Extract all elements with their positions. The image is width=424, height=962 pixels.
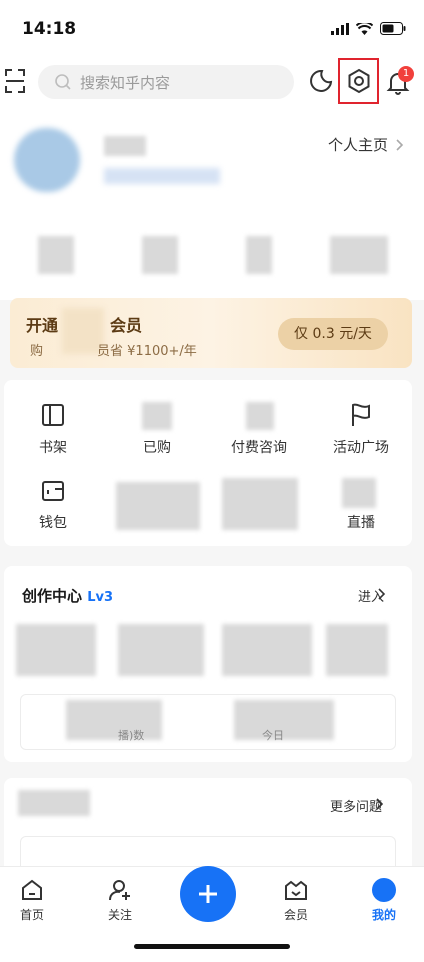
wifi-icon (356, 22, 373, 35)
service-redacted-2[interactable] (222, 478, 298, 530)
night-mode-icon[interactable] (308, 68, 334, 94)
service-label-events[interactable]: 活动广场 (311, 437, 411, 457)
create-button[interactable] (180, 866, 236, 922)
wallet-icon (42, 481, 64, 501)
notification-badge: 1 (398, 66, 414, 82)
username-redacted (104, 136, 146, 156)
creation-level: Lv3 (87, 590, 114, 605)
service-label-bookshelf[interactable]: 书架 (3, 437, 103, 457)
service-label-consult[interactable]: 付费咨询 (209, 437, 309, 457)
personal-homepage-link[interactable]: 个人主页 (328, 134, 404, 155)
service-label-wallet[interactable]: 钱包 (3, 512, 103, 532)
service-label-live[interactable]: 直播 (311, 512, 411, 532)
stat-redacted-4[interactable] (330, 236, 388, 274)
creation-title-text: 创作中心 (22, 587, 83, 605)
vip-subtitle-part2: 员省 ¥1100+/年 (97, 344, 197, 359)
live-icon (342, 478, 376, 508)
stat-redacted-2[interactable] (142, 236, 178, 274)
creation-redacted-3[interactable] (222, 624, 312, 676)
service-label-purchased[interactable]: 已购 (107, 437, 207, 457)
bookshelf-icon (42, 404, 64, 426)
vip-title-suffix: 会员 (110, 316, 143, 335)
mine-avatar-icon[interactable] (372, 878, 396, 902)
status-time: 14:18 (22, 19, 77, 39)
service-redacted-1[interactable] (116, 482, 200, 530)
stat-redacted-1[interactable] (38, 236, 74, 274)
scan-icon[interactable] (4, 68, 26, 94)
battery-icon (380, 22, 406, 35)
avatar[interactable] (14, 128, 80, 192)
consult-icon (246, 402, 274, 430)
user-info-redacted (104, 168, 220, 184)
chevron-right-icon (378, 588, 386, 600)
vip-subtitle-part1: 购 (30, 344, 44, 359)
chevron-right-icon (376, 798, 384, 810)
creation-stat-label-2: 今日 (262, 729, 284, 742)
settings-highlight-box (338, 58, 379, 104)
tab-follow[interactable]: 关注 (90, 906, 150, 923)
homepage-label: 个人主页 (327, 136, 388, 154)
follow-icon[interactable] (108, 878, 132, 902)
tab-home[interactable]: 首页 (2, 906, 62, 923)
vip-open-button[interactable]: 仅 0.3 元/天 (278, 318, 388, 350)
search-placeholder: 搜索知乎内容 (80, 73, 171, 92)
purchased-icon (142, 402, 172, 430)
creation-stat-redacted-1 (66, 700, 162, 740)
member-icon[interactable] (284, 878, 308, 902)
search-icon (55, 74, 71, 90)
tab-mine[interactable]: 我的 (354, 906, 414, 923)
search-input[interactable]: 搜索知乎内容 (38, 65, 294, 99)
plus-icon (199, 885, 217, 903)
home-indicator (134, 944, 290, 949)
creation-redacted-4[interactable] (326, 624, 388, 676)
signal-icon (331, 22, 349, 35)
creation-redacted-1[interactable] (16, 624, 96, 676)
vip-title-prefix: 开通 (26, 316, 59, 335)
more-questions-link[interactable]: 更多问题 (330, 796, 382, 815)
creation-stat-label-1: 播)数 (118, 729, 145, 742)
chevron-right-icon (396, 138, 404, 151)
stat-redacted-3[interactable] (246, 236, 272, 274)
vip-subtitle: 购 员省 ¥1100+/年 (30, 340, 197, 359)
status-icons (331, 22, 406, 35)
creation-redacted-2[interactable] (118, 624, 204, 676)
creation-title: 创作中心 Lv3 (22, 585, 113, 606)
questions-title-redacted (18, 790, 90, 816)
flag-icon (352, 403, 370, 426)
tab-member[interactable]: 会员 (266, 906, 326, 923)
home-icon[interactable] (20, 878, 44, 902)
creation-stat-redacted-2 (234, 700, 334, 740)
